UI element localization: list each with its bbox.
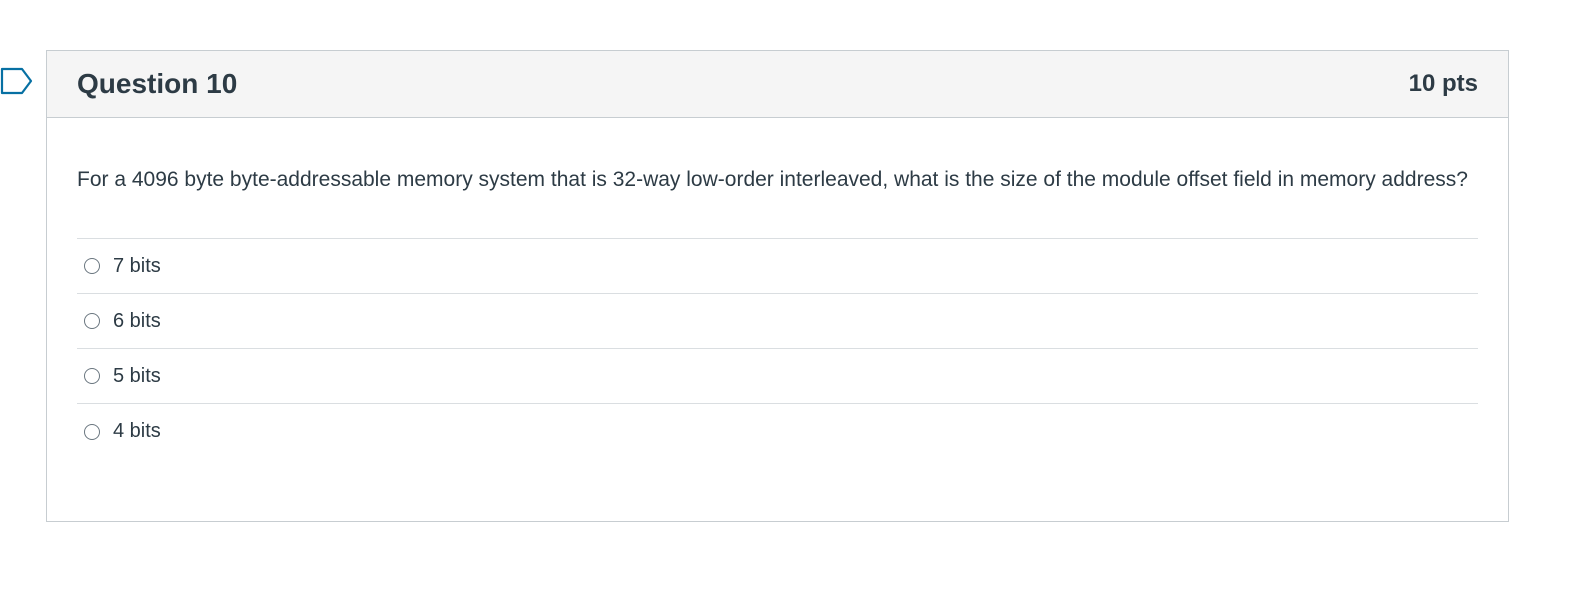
question-card: Question 10 10 pts For a 4096 byte byte-… [46, 50, 1509, 522]
answer-option[interactable]: 4 bits [77, 404, 1478, 459]
answer-option[interactable]: 7 bits [77, 239, 1478, 294]
answer-label[interactable]: 5 bits [113, 365, 161, 388]
answer-list: 7 bits 6 bits 5 bits 4 bits [77, 238, 1478, 459]
question-text: For a 4096 byte byte-addressable memory … [77, 168, 1468, 191]
question-body: For a 4096 byte byte-addressable memory … [47, 118, 1508, 459]
question-header: Question 10 10 pts [47, 51, 1508, 118]
answer-label[interactable]: 6 bits [113, 310, 161, 333]
question-title: Question 10 [77, 68, 238, 99]
answer-option[interactable]: 6 bits [77, 294, 1478, 349]
answer-label[interactable]: 4 bits [113, 420, 161, 443]
flag-question-icon[interactable] [0, 66, 34, 96]
answer-label[interactable]: 7 bits [113, 255, 161, 278]
radio-button-icon[interactable] [84, 368, 100, 384]
question-points: 10 pts [1408, 70, 1478, 97]
answer-option[interactable]: 5 bits [77, 349, 1478, 404]
radio-button-icon[interactable] [84, 423, 100, 440]
radio-button-icon[interactable] [84, 258, 100, 274]
radio-button-icon[interactable] [84, 313, 100, 329]
